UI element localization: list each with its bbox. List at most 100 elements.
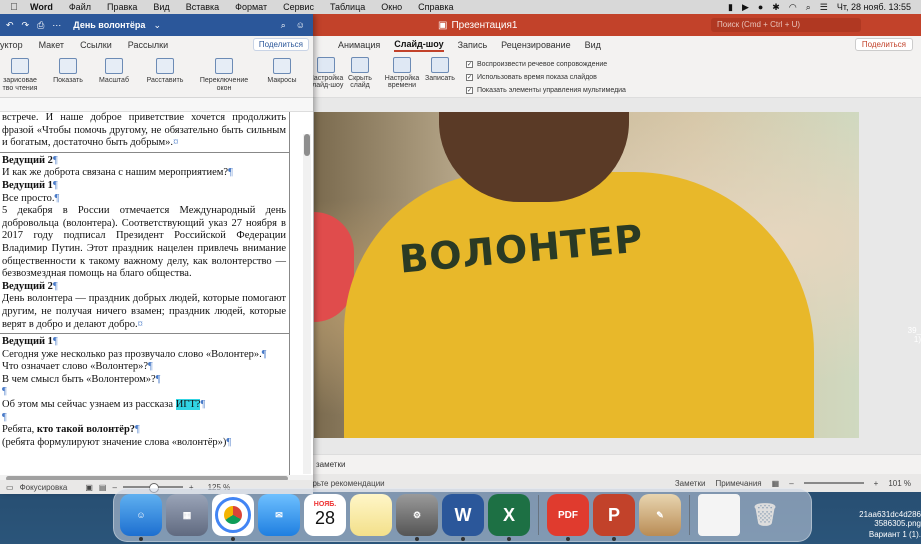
word-tab-references[interactable]: Ссылки: [80, 40, 112, 50]
menu-app-name[interactable]: Word: [22, 2, 61, 12]
focus-mode-button[interactable]: Фокусировка: [20, 483, 68, 492]
doc-speaker[interactable]: Ведущий 1¶: [0, 180, 290, 193]
check-timings[interactable]: ✓ Использовать время показа слайдов: [466, 71, 626, 84]
doc-empty-line[interactable]: ¶: [0, 386, 290, 399]
word-share-button[interactable]: Поделиться: [252, 38, 309, 51]
checkbox-checked-icon[interactable]: ✓: [466, 61, 473, 68]
menu-help[interactable]: Справка: [410, 2, 461, 12]
word-tab-mailings[interactable]: Рассылки: [128, 40, 168, 50]
trash-icon[interactable]: 🗑: [744, 494, 786, 536]
ppt-rehearse-timing-button[interactable]: Настройка времени: [384, 57, 420, 89]
doc-line[interactable]: (ребята формулируют значение слова «воло…: [0, 437, 290, 450]
ppt-notes-pane[interactable]: заметки: [298, 454, 921, 474]
word-tab-layout[interactable]: Макет: [39, 40, 64, 50]
zoom-out-icon[interactable]: –: [112, 483, 116, 492]
ppt-record-button[interactable]: Записать: [422, 57, 458, 82]
doc-speaker[interactable]: Ведущий 2¶: [0, 281, 290, 294]
ppt-share-button[interactable]: Поделиться: [854, 38, 913, 51]
arrange-button[interactable]: Расставить: [142, 58, 188, 85]
ppt-tab-animation[interactable]: Анимация: [338, 40, 380, 50]
document-page[interactable]: встрече. И наше доброе приветствие хочет…: [0, 112, 290, 475]
battery-icon[interactable]: ▮: [728, 2, 733, 13]
ppt-comments-button[interactable]: Примечания: [715, 479, 761, 488]
ppt-tab-slideshow[interactable]: Слайд-шоу: [394, 39, 444, 52]
menu-format[interactable]: Формат: [227, 2, 275, 12]
ppt-zoom-out-icon[interactable]: –: [789, 479, 793, 488]
ppt-zoom-level[interactable]: 101 %: [888, 479, 911, 488]
zoom-button[interactable]: Масштаб: [94, 58, 134, 85]
read-mode-button[interactable]: зарисовае тво чтения: [0, 58, 40, 93]
doc-paragraph[interactable]: День волонтера — праздник добрых людей, …: [0, 293, 290, 331]
menu-edit[interactable]: Правка: [99, 2, 145, 12]
word-icon[interactable]: W: [442, 494, 484, 541]
vertical-scrollbar[interactable]: [303, 134, 311, 474]
menu-window[interactable]: Окно: [373, 2, 410, 12]
redo-icon[interactable]: ↷: [22, 20, 30, 31]
horizontal-ruler[interactable]: [0, 98, 313, 112]
macros-button[interactable]: Макросы: [262, 58, 302, 85]
check-media-controls[interactable]: ✓ Показать элементы управления мультимеди…: [466, 84, 626, 97]
desktop-file-1[interactable]: 39_ 1): [841, 326, 921, 344]
ppt-tab-review[interactable]: Рецензирование: [501, 40, 571, 50]
preview-icon[interactable]: ✎: [639, 494, 681, 536]
show-button[interactable]: Показать: [48, 58, 88, 85]
menu-file[interactable]: Файл: [61, 2, 99, 12]
focus-icon[interactable]: ▭: [6, 483, 14, 492]
menu-tools[interactable]: Сервис: [275, 2, 322, 12]
ppt-search-input[interactable]: Поиск (Cmd + Ctrl + U): [711, 18, 861, 32]
ppt-tab-view[interactable]: Вид: [585, 40, 601, 50]
menu-view[interactable]: Вид: [145, 2, 177, 12]
notes-icon[interactable]: [350, 494, 392, 536]
switch-windows-button[interactable]: Переключение окон: [196, 58, 252, 93]
ppt-view-normal-icon[interactable]: ▦: [772, 479, 780, 488]
word-doc-title[interactable]: День волонтёра: [73, 20, 145, 30]
ppt-notes-button[interactable]: Заметки: [675, 479, 706, 488]
doc-line[interactable]: В чем смысл быть «Волонтером»?¶: [0, 374, 290, 387]
doc-line[interactable]: Что означает слово «Волонтер»?¶: [0, 361, 290, 374]
share-people-icon[interactable]: ☺: [296, 20, 305, 31]
user-icon[interactable]: ●: [758, 2, 763, 12]
mail-icon[interactable]: ✉: [258, 494, 300, 536]
calendar-icon[interactable]: НОЯБ. 28: [304, 494, 346, 536]
excel-icon[interactable]: X: [488, 494, 530, 541]
doc-line[interactable]: И как же доброта связана с нашим меропри…: [0, 167, 290, 180]
search-icon[interactable]: ⌕: [806, 2, 811, 13]
document-thumbnail-icon[interactable]: [698, 494, 740, 536]
web-layout-icon[interactable]: ▤: [99, 483, 107, 492]
doc-line[interactable]: Все просто.¶: [0, 193, 290, 206]
doc-line[interactable]: Об этом мы сейчас узнаем из рассказа ИГТ…: [0, 399, 290, 412]
menu-table[interactable]: Таблица: [322, 2, 373, 12]
ppt-zoom-slider[interactable]: [803, 482, 864, 484]
print-layout-icon[interactable]: ▣: [85, 483, 93, 492]
launchpad-icon[interactable]: ▦: [166, 494, 208, 536]
check-narration[interactable]: ✓ Воспроизвести речевое сопровождение: [466, 58, 626, 71]
pdf-app-icon[interactable]: PDF: [547, 494, 589, 541]
ppt-status-recommend[interactable]: ерьте рекомендации: [308, 479, 385, 488]
ppt-tab-record[interactable]: Запись: [458, 40, 488, 50]
slide-volunteer-photo[interactable]: ВОЛОНТЕР: [314, 112, 859, 438]
control-center-icon[interactable]: ☰: [820, 2, 828, 13]
vertical-scroll-thumb[interactable]: [304, 134, 310, 156]
doc-empty-line[interactable]: ¶: [0, 412, 290, 425]
doc-speaker[interactable]: Ведущий 1¶: [0, 336, 290, 349]
powerpoint-icon[interactable]: P: [593, 494, 635, 541]
system-settings-icon[interactable]: ⚙: [396, 494, 438, 541]
play-icon[interactable]: ▶: [742, 2, 749, 13]
doc-paragraph[interactable]: 5 декабря в России отмечается Международ…: [0, 205, 290, 281]
checkbox-checked-icon[interactable]: ✓: [466, 87, 473, 94]
doc-line[interactable]: Ребята, кто такой волонтёр?¶: [0, 424, 290, 437]
apple-icon[interactable]: : [6, 2, 22, 13]
doc-line[interactable]: Сегодня уже несколько раз прозвучало сло…: [0, 349, 290, 362]
chevron-down-icon[interactable]: ⌄: [153, 20, 161, 31]
bluetooth-icon[interactable]: ✱: [772, 2, 780, 13]
wifi-icon[interactable]: ◠: [789, 2, 797, 13]
desktop-file-variant[interactable]: Вариант 1 (1).: [851, 530, 921, 539]
more-icon[interactable]: ⋯: [52, 20, 61, 31]
desktop-file-png[interactable]: 21aa631dc4d286 3586305.png: [811, 510, 921, 528]
word-tab-design[interactable]: уктор: [0, 40, 23, 50]
ppt-hide-slide-button[interactable]: Скрыть слайд: [342, 57, 378, 89]
doc-paragraph[interactable]: встрече. И наше доброе приветствие хочет…: [0, 112, 290, 150]
ppt-setup-slideshow-button[interactable]: Настройка слайд-шоу: [308, 57, 344, 89]
ppt-zoom-in-icon[interactable]: +: [874, 479, 879, 488]
finder-icon[interactable]: ☺: [120, 494, 162, 541]
